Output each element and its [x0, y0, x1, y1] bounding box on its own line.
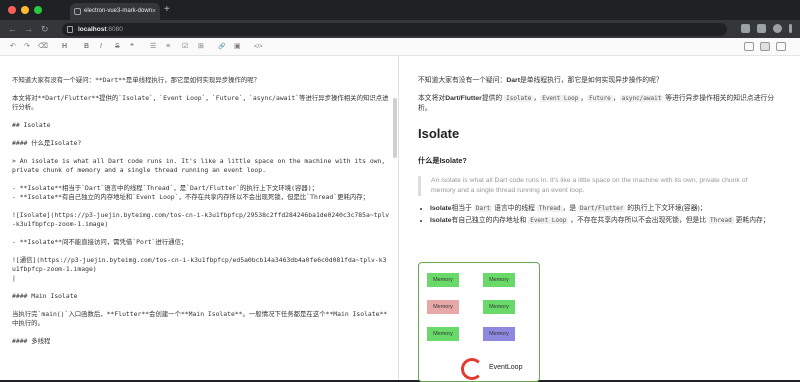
maximize-window-button[interactable]: [34, 6, 42, 14]
split-view-icon[interactable]: [760, 42, 770, 51]
bold-icon[interactable]: B: [84, 41, 89, 53]
unordered-list-icon[interactable]: ☰: [150, 41, 156, 53]
editor-line: 本文将对**Dart/Flutter**提供的`Isolate`，`Event …: [12, 94, 389, 111]
pane-divider[interactable]: [398, 56, 399, 380]
tab-close-icon[interactable]: ×: [152, 3, 156, 20]
preview-subheading: 什么是Isolate?: [418, 156, 467, 165]
memory-block: Memory: [427, 327, 459, 341]
list-item: Isolate有自己独立的内存地址和 Event Loop ，不存在共享内存所以…: [430, 216, 784, 226]
close-window-button[interactable]: [8, 6, 16, 14]
undo-icon[interactable]: ↶: [10, 41, 16, 53]
browser-chrome: electron-vue3-mark-down × + ← → ↻ localh…: [0, 0, 800, 38]
preview-blockquote: An isolate is what all Dart code runs in…: [418, 176, 773, 196]
memory-block: Memory: [427, 300, 459, 314]
preview-mode-icon[interactable]: [776, 42, 786, 51]
event-loop-icon: [461, 358, 483, 380]
extension-icon[interactable]: [741, 24, 750, 33]
checklist-icon[interactable]: ☑: [182, 41, 188, 53]
editor-line: > An isolate is what all Dart code runs …: [12, 157, 390, 174]
lock-icon: [67, 26, 73, 33]
address-bar-row: ← → ↻ localhost:8080: [0, 20, 800, 38]
ordered-list-icon[interactable]: ≡: [166, 41, 170, 53]
editor-toolbar: ↶ ↷ ⌫ H B I S ❝ ☰ ≡ ☑ ⊞ 🔗 ▣ </>: [0, 38, 800, 56]
editor-line: ## Isolate: [12, 121, 51, 129]
editor-scrollbar[interactable]: [393, 98, 397, 158]
table-icon[interactable]: ⊞: [198, 41, 204, 53]
url-host: localhost: [78, 26, 107, 33]
event-loop-label: EventLoop: [489, 364, 523, 371]
url-port: :8080: [106, 26, 123, 33]
new-tab-button[interactable]: +: [164, 3, 170, 17]
back-button[interactable]: ←: [8, 23, 17, 35]
extension-icons: [741, 24, 792, 33]
strikethrough-icon[interactable]: S: [115, 41, 120, 53]
editor-line: #### 多线程: [12, 337, 51, 345]
memory-block: Memory: [483, 273, 515, 287]
quote-icon[interactable]: ❝: [130, 41, 134, 53]
isolate-diagram-image: Memory Memory Memory Memory Memory Memor…: [418, 262, 540, 382]
heading-icon[interactable]: H: [62, 41, 67, 53]
list-item: Isolate相当于 Dart 语言中的线程 Thread，是 Dart/Flu…: [430, 204, 784, 214]
editor-line: - **Isolate**间不能直接访问，需凭借`Port`进行通信；: [12, 238, 188, 246]
redo-icon[interactable]: ↷: [24, 41, 30, 53]
editor-line: ![通信](https://p3-juejin.byteimg.com/tos-…: [12, 256, 387, 282]
clear-icon[interactable]: ⌫: [38, 41, 48, 53]
image-icon[interactable]: ▣: [234, 41, 241, 53]
markdown-source-editor[interactable]: 不知道大家有没有一个疑问：**Dart**是单线程执行，那它是如何实现异步操作的…: [0, 56, 398, 380]
minimize-window-button[interactable]: [21, 6, 29, 14]
italic-icon[interactable]: I: [100, 41, 102, 53]
editor-line: ![Isolate](https://p3-juejin.byteimg.com…: [12, 211, 390, 228]
forward-button[interactable]: →: [24, 23, 33, 35]
edit-mode-icon[interactable]: [744, 42, 754, 51]
profile-avatar[interactable]: [773, 24, 782, 33]
memory-block: Memory: [483, 300, 515, 314]
reload-button[interactable]: ↻: [41, 23, 49, 35]
editor-line: #### Main Isolate: [12, 292, 78, 300]
editor-line: 当执行完`main()`入口函数后，**Flutter**会创建一个**Main…: [12, 310, 388, 327]
vue-logo-icon: [74, 8, 81, 15]
markdown-editor-app: ↶ ↷ ⌫ H B I S ❝ ☰ ≡ ☑ ⊞ 🔗 ▣ </> 不知道大家有没有…: [0, 38, 800, 382]
memory-block: Memory: [483, 327, 515, 341]
url-field[interactable]: localhost:8080: [62, 23, 727, 36]
tab-bar: electron-vue3-mark-down × +: [0, 0, 800, 20]
preview-heading-isolate: Isolate: [418, 126, 460, 141]
menu-icon[interactable]: [789, 24, 792, 33]
preview-list: Isolate相当于 Dart 语言中的线程 Thread，是 Dart/Flu…: [418, 204, 784, 226]
puzzle-icon[interactable]: [757, 24, 766, 33]
memory-block: Memory: [427, 273, 459, 287]
editor-line: - **Isolate**相当于`Dart`语言中的线程`Thread`，是`D…: [12, 184, 370, 201]
editor-line: 不知道大家有没有一个疑问：**Dart**是单线程执行，那它是如何实现异步操作的…: [12, 76, 261, 84]
tab-title: electron-vue3-mark-down: [84, 8, 153, 14]
preview-paragraph: 本文将对Dart/Flutter提供的 Isolate， Event Loop， F…: [418, 95, 774, 112]
link-icon[interactable]: 🔗: [218, 41, 225, 53]
code-icon[interactable]: </>: [254, 41, 263, 53]
preview-intro: 不知道大家有没有一个疑问：Dart是单线程执行，那它是如何实现异步操作的呢？: [418, 77, 663, 84]
editor-line: #### 什么是Isolate?: [12, 139, 82, 147]
browser-tab[interactable]: electron-vue3-mark-down ×: [70, 3, 160, 20]
